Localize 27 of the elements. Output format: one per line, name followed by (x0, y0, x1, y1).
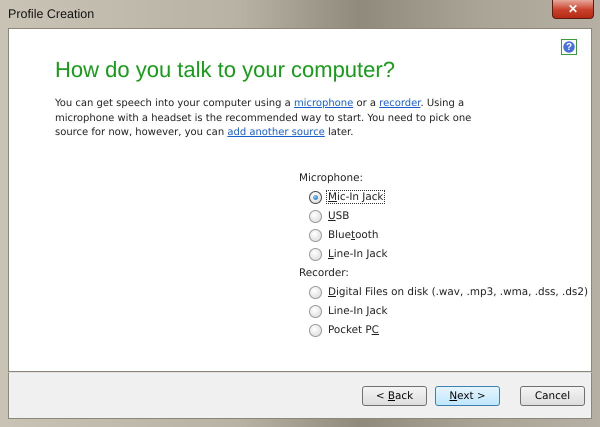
window-title: Profile Creation (8, 7, 94, 21)
link[interactable]: add another source (227, 127, 325, 138)
close-button[interactable]: ✕ (552, 0, 594, 19)
intro-paragraph: You can get speech into your computer using a microphone or a recorder. Using a microphone with a headset is the recommended way to start. You need to pick one source for now, however, you can add another source later. (55, 97, 472, 140)
radio-button[interactable] (309, 286, 322, 298)
radio-button[interactable] (309, 210, 322, 222)
dialog-button[interactable]: Cancel (520, 386, 585, 406)
option-label[interactable]: USB (326, 209, 352, 223)
option-label[interactable]: Mic-In Jack (326, 190, 386, 204)
page-heading: How do you talk to your computer? (55, 57, 396, 83)
option-label[interactable]: Digital Files on disk (.wav, .mp3, .wma, .dss, .ds2) (326, 285, 590, 299)
help-button[interactable]: ? (561, 39, 577, 55)
link[interactable]: microphone (294, 98, 354, 109)
radio-button[interactable] (309, 324, 322, 336)
group-label: Recorder: (299, 266, 350, 280)
option-label[interactable]: Line-In Jack (326, 304, 390, 318)
radio-button[interactable] (309, 190, 322, 204)
option-label[interactable]: Bluetooth (326, 228, 380, 242)
dialog-button[interactable]: < Back (362, 386, 427, 406)
group-label: Microphone: (299, 170, 364, 186)
radio-button[interactable] (309, 304, 322, 318)
radio-button[interactable] (309, 228, 322, 242)
option-label[interactable]: Pocket PC (326, 323, 381, 337)
link[interactable]: recorder (379, 98, 420, 109)
radio-button[interactable] (309, 248, 322, 260)
option-label[interactable]: Line-In Jack (326, 247, 390, 261)
dialog-button[interactable]: Next > (435, 386, 500, 406)
